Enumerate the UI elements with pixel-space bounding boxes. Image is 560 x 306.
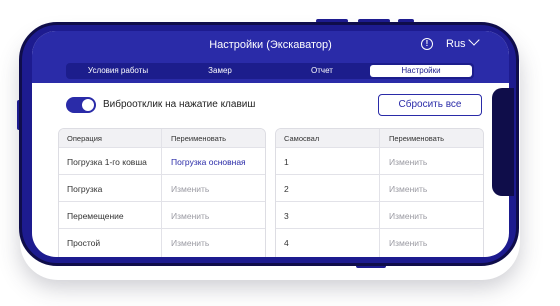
table-row: 3 Изменить — [276, 201, 483, 228]
table-row: Погрузка Изменить — [59, 174, 265, 201]
rename-link[interactable]: Изменить — [389, 238, 427, 248]
table-row: 2 Изменить — [276, 174, 483, 201]
rename-link[interactable]: Изменить — [171, 184, 209, 194]
operation-name: Погрузка 1-го ковша — [67, 157, 147, 167]
column-header-rename: Переименовать — [389, 134, 444, 143]
rename-link[interactable]: Погрузка основная — [171, 157, 246, 167]
rename-link[interactable]: Изменить — [171, 211, 209, 221]
rename-link[interactable]: Изменить — [389, 157, 427, 167]
tab-measurement[interactable]: Замер — [170, 65, 270, 77]
tab-report[interactable]: Отчет — [272, 65, 372, 77]
vibro-toggle-label: Виброотклик на нажатие клавиш — [103, 99, 256, 110]
truck-number: 4 — [284, 238, 289, 248]
truck-number: 2 — [284, 184, 289, 194]
column-header-operation: Операция — [67, 134, 102, 143]
operation-name: Перемещение — [67, 211, 124, 221]
operations-table: Операция Переименовать Погрузка 1-го ков… — [58, 128, 266, 257]
truck-number: 3 — [284, 211, 289, 221]
app-screen: Настройки (Экскаватор) ! Rus Условия раб… — [32, 31, 509, 257]
language-selector[interactable]: Rus — [446, 38, 466, 50]
vibro-toggle[interactable] — [66, 97, 96, 113]
rename-link[interactable]: Изменить — [171, 238, 209, 248]
column-header-rename: Переименовать — [171, 134, 226, 143]
reset-all-button[interactable]: Сбросить все — [378, 94, 482, 116]
page-title: Настройки (Экскаватор) — [209, 39, 332, 51]
table-row: Перемещение Изменить — [59, 201, 265, 228]
table-row: Простой Изменить — [59, 228, 265, 255]
rename-link[interactable]: Изменить — [389, 184, 427, 194]
column-header-truck: Самосвал — [284, 134, 320, 143]
tab-work-conditions[interactable]: Условия работы — [68, 65, 168, 77]
top-bar: Настройки (Экскаватор) ! Rus Условия раб… — [32, 31, 509, 83]
table-row: Погрузка 1-го ковша Погрузка основная — [59, 147, 265, 174]
table-row: 1 Изменить — [276, 147, 483, 174]
operation-name: Простой — [67, 238, 101, 248]
trucks-table: Самосвал Переименовать 1 Изменить 2 Изме… — [275, 128, 484, 257]
tab-bar: Условия работы Замер Отчет Настройки — [66, 63, 474, 79]
rename-link[interactable]: Изменить — [389, 211, 427, 221]
table-row: 4 Изменить — [276, 228, 483, 255]
truck-number: 1 — [284, 157, 289, 167]
phone-notch — [492, 88, 514, 196]
info-icon[interactable]: ! — [421, 38, 433, 50]
operation-name: Погрузка — [67, 184, 103, 194]
vibro-toggle-knob — [82, 99, 94, 111]
tab-settings[interactable]: Настройки — [370, 65, 472, 77]
